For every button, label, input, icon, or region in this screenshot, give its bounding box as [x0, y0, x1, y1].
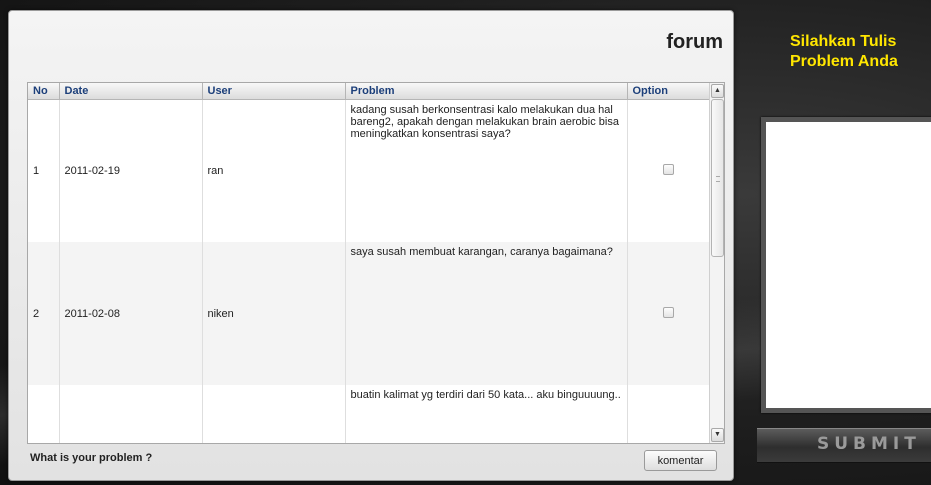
row-option [627, 385, 711, 443]
forum-panel: forum No Date User Problem Option 1 2011… [8, 10, 734, 481]
table-header-row: No Date User Problem Option [28, 83, 711, 100]
column-header-date[interactable]: Date [59, 83, 203, 100]
komentar-button[interactable]: komentar [644, 450, 717, 471]
scrollbar-thumb[interactable] [711, 99, 724, 257]
column-header-no[interactable]: No [28, 83, 60, 100]
row-problem: buatin kalimat yg terdiri dari 50 kata..… [345, 385, 628, 443]
row-checkbox[interactable] [663, 163, 674, 175]
column-header-problem[interactable]: Problem [345, 83, 628, 100]
row-problem: saya susah membuat karangan, caranya bag… [345, 242, 628, 385]
row-option [627, 242, 711, 385]
submit-heading: Silahkan Tulis Problem Anda [790, 33, 898, 70]
submit-button[interactable]: SUBMIT [757, 428, 931, 463]
problem-textarea[interactable] [761, 117, 931, 413]
scroll-down-arrow-icon[interactable]: ▼ [711, 428, 724, 442]
forum-table: No Date User Problem Option 1 2011-02-19… [27, 82, 725, 444]
problem-prompt: What is your problem ? [30, 452, 153, 464]
column-header-user[interactable]: User [202, 83, 346, 100]
forum-title: forum [666, 31, 723, 53]
column-header-option[interactable]: Option [627, 83, 711, 100]
row-user: ran [202, 99, 346, 242]
row-user: niken [202, 242, 346, 385]
row-checkbox[interactable] [663, 306, 674, 318]
table-row[interactable]: 2 2011-02-08 niken saya susah membuat ka… [28, 242, 711, 385]
row-no [28, 385, 60, 443]
row-no: 2 [28, 242, 60, 385]
table-row[interactable]: buatin kalimat yg terdiri dari 50 kata..… [28, 385, 711, 443]
row-problem: kadang susah berkonsentrasi kalo melakuk… [345, 99, 628, 242]
table-scrollbar[interactable]: ▲ ▼ [709, 83, 724, 443]
row-option [627, 99, 711, 242]
scroll-up-arrow-icon[interactable]: ▲ [711, 84, 724, 98]
table-row[interactable]: 1 2011-02-19 ran kadang susah berkonsent… [28, 99, 711, 242]
row-date: 2011-02-19 [59, 99, 203, 242]
row-no: 1 [28, 99, 60, 242]
row-user [202, 385, 346, 443]
scrollbar-grip-icon [716, 176, 720, 182]
row-date [59, 385, 203, 443]
row-date: 2011-02-08 [59, 242, 203, 385]
